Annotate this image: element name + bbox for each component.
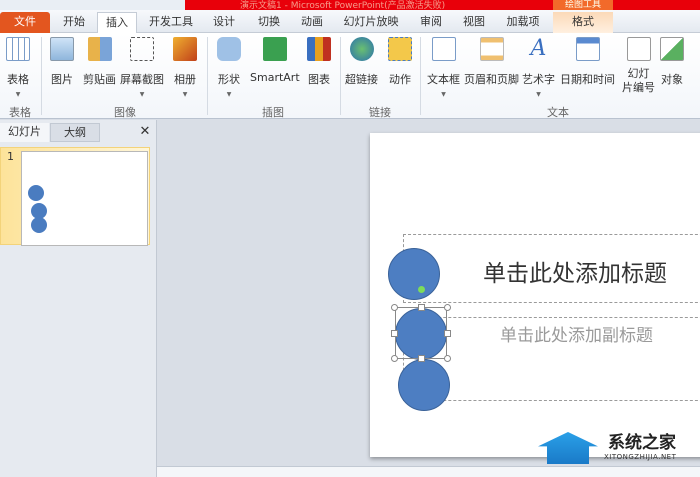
tab-slideshow[interactable]: 幻灯片放映	[338, 12, 404, 33]
selection-box	[395, 307, 447, 359]
tab-format[interactable]: 格式	[553, 12, 613, 33]
resize-handle[interactable]	[391, 355, 398, 362]
context-tab-label: 绘图工具	[553, 0, 613, 10]
textbox-button[interactable]: 文本框 ▼	[427, 37, 460, 98]
house-logo-icon	[538, 432, 598, 464]
tab-addins[interactable]: 加载项	[500, 12, 546, 33]
ribbon: 表格 ▼ 图片 剪贴画 屏幕截图 ▼ 相册 ▼ 形状 ▼ SmartArt 图表 超链接…	[0, 33, 700, 119]
table-icon	[6, 37, 30, 61]
action-star-icon	[388, 37, 412, 61]
shapes-button[interactable]: 形状 ▼	[217, 37, 241, 98]
thumb-circle	[31, 217, 47, 233]
picture-icon	[50, 37, 74, 61]
group-label-text: 文本	[547, 106, 569, 119]
header-footer-button[interactable]: 页眉和页脚	[464, 37, 519, 87]
tab-transitions[interactable]: 切换	[250, 12, 288, 33]
tab-insert[interactable]: 插入	[97, 12, 137, 34]
slide-number-icon	[626, 37, 651, 61]
clipart-icon	[87, 37, 112, 61]
group-label-table: 表格	[9, 106, 31, 119]
circle-shape[interactable]	[388, 248, 440, 300]
close-panel-icon[interactable]: ✕	[136, 123, 154, 142]
slides-panel: 幻灯片 大纲 ✕ 1	[0, 120, 157, 477]
tab-animations[interactable]: 动画	[293, 12, 331, 33]
resize-handle[interactable]	[418, 355, 425, 362]
resize-handle[interactable]	[444, 330, 451, 337]
screenshot-icon	[130, 37, 154, 61]
header-footer-icon	[479, 37, 504, 61]
smartart-button[interactable]: SmartArt	[250, 37, 300, 84]
resize-handle[interactable]	[444, 355, 451, 362]
resize-handle[interactable]	[391, 330, 398, 337]
object-icon	[660, 37, 684, 61]
resize-handle[interactable]	[391, 304, 398, 311]
tab-view[interactable]: 视图	[455, 12, 493, 33]
group-label-images: 图像	[114, 106, 136, 119]
watermark: 系统之家 XITONGZHIJIA.NET	[538, 428, 698, 473]
ribbon-tabs: 文件 开始 插入 开发工具 设计 切换 动画 幻灯片放映 审阅 视图 加载项 格…	[0, 10, 700, 34]
tab-slides[interactable]: 幻灯片	[0, 123, 49, 142]
shapes-icon	[217, 37, 241, 61]
subtitle-placeholder-text: 单击此处添加副标题	[500, 326, 653, 346]
slide-thumbnail[interactable]	[21, 151, 148, 246]
tab-review[interactable]: 审阅	[412, 12, 450, 33]
title-bar: 演示文稿1 - Microsoft PowerPoint(产品激活失败) 绘图工…	[0, 0, 700, 11]
hyperlink-button[interactable]: 超链接	[345, 37, 378, 87]
textbox-icon	[431, 37, 456, 61]
screenshot-button[interactable]: 屏幕截图 ▼	[120, 37, 164, 98]
chart-icon	[307, 37, 331, 61]
tab-developer[interactable]: 开发工具	[142, 12, 200, 33]
title-placeholder-text: 单击此处添加标题	[483, 261, 667, 287]
smartart-icon	[262, 37, 287, 61]
globe-link-icon	[349, 37, 374, 61]
group-label-illustrations: 插图	[262, 106, 284, 119]
title-placeholder[interactable]: 单击此处添加标题	[403, 234, 700, 303]
tab-home[interactable]: 开始	[55, 12, 93, 33]
wordart-icon: A	[530, 36, 547, 61]
photo-album-icon	[173, 37, 197, 61]
slide-canvas[interactable]: 单击此处添加标题 单击此处添加副标题	[370, 133, 700, 457]
date-time-button[interactable]: 日期和时间	[560, 37, 615, 87]
slide-thumbnail-item[interactable]: 1	[0, 147, 150, 246]
action-button[interactable]: 动作	[388, 37, 412, 87]
slide-number-button[interactable]: 幻灯 片编号	[622, 37, 655, 95]
rotate-handle[interactable]	[418, 286, 425, 293]
tab-outline[interactable]: 大纲	[50, 123, 100, 142]
clipart-button[interactable]: 剪贴画	[83, 37, 116, 87]
group-label-links: 链接	[369, 106, 391, 119]
thumb-circle	[28, 185, 44, 201]
resize-handle[interactable]	[418, 304, 425, 311]
chart-button[interactable]: 图表	[307, 37, 331, 87]
tab-file[interactable]: 文件	[0, 12, 50, 33]
slide-number: 1	[7, 150, 14, 163]
table-button[interactable]: 表格 ▼	[6, 37, 30, 98]
object-button[interactable]: 对象	[660, 37, 684, 87]
wordart-button[interactable]: A 艺术字 ▼	[522, 36, 555, 99]
calendar-icon	[575, 37, 600, 61]
picture-button[interactable]: 图片	[50, 37, 74, 87]
tab-design[interactable]: 设计	[205, 12, 243, 33]
resize-handle[interactable]	[444, 304, 451, 311]
album-button[interactable]: 相册 ▼	[173, 37, 197, 98]
circle-shape[interactable]	[398, 359, 450, 411]
